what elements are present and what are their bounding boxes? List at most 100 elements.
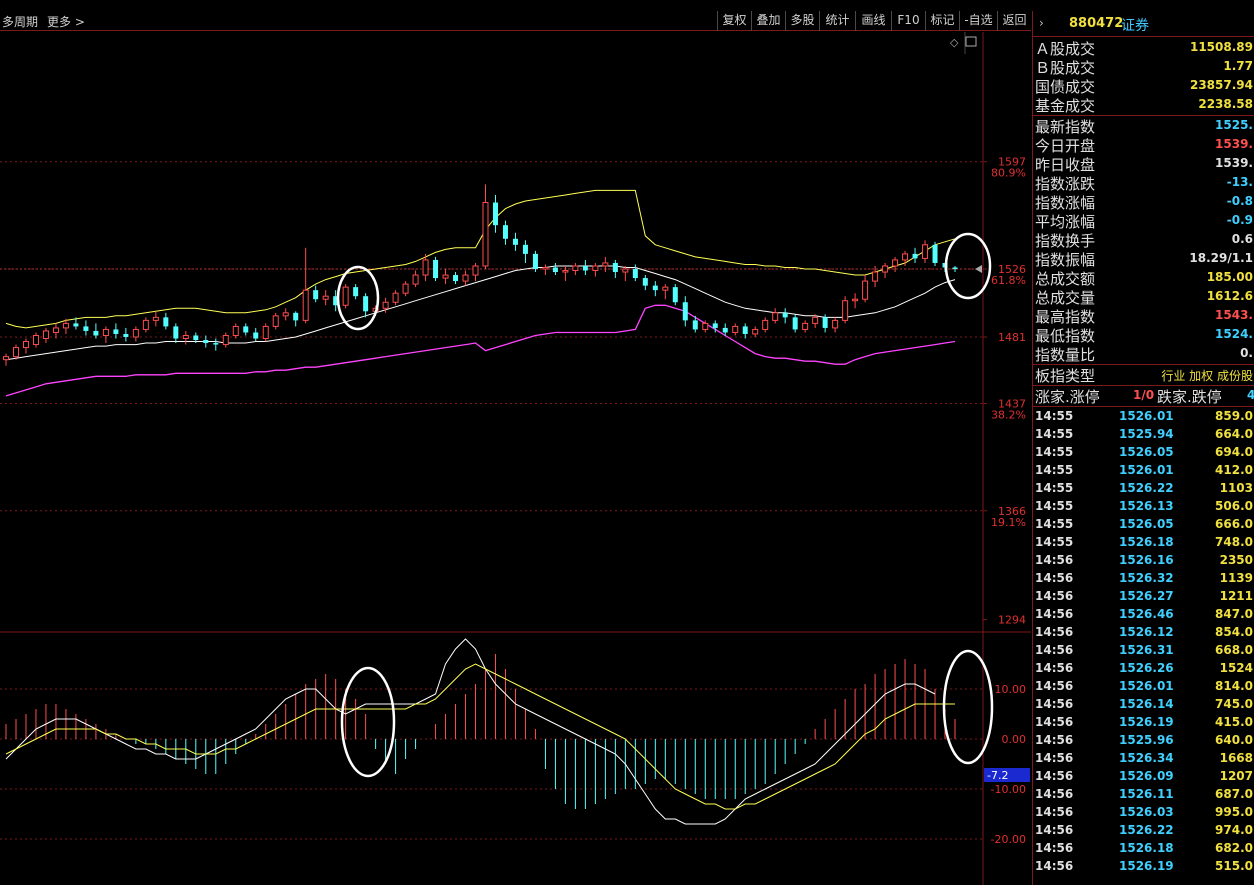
tick-time: 14:56 (1035, 625, 1074, 639)
index-stat-row-value: 185.00 (1206, 270, 1253, 284)
upper-band-line (5, 189, 956, 329)
candle-body-up (182, 334, 189, 340)
tick-time: 14:55 (1035, 463, 1074, 477)
multi-stock-button[interactable]: 多股 (785, 11, 819, 31)
index-stat-row-label: 最高指数 (1035, 308, 1096, 326)
collapse-arrow-icon[interactable]: › (1039, 16, 1044, 30)
index-stat-row: 昨日收盘 1539. (1033, 154, 1254, 174)
tick-time: 14:55 (1035, 427, 1074, 441)
tick-time: 14:56 (1035, 715, 1074, 729)
candle-body-up (802, 322, 809, 330)
index-stat-row-label: 昨日收盘 (1035, 156, 1096, 174)
tick-price: 1526.22 (1119, 823, 1174, 837)
back-button[interactable]: 返回 (997, 11, 1031, 31)
candle-body-down (502, 225, 508, 239)
quote-sidebar: › 880472 证券 Ａ股成交 11508.89 Ｂ股成交 1.77 国债成交 2385… (1032, 11, 1254, 885)
tick-time: 14:56 (1035, 805, 1074, 819)
index-stat-row: 最新指数 1525. (1033, 116, 1254, 136)
tick-price: 1526.26 (1119, 661, 1174, 675)
tick-price: 1526.46 (1119, 607, 1174, 621)
volume-stat-row: Ａ股成交 11508.89 (1033, 38, 1254, 58)
advancers-value: 1/0 (1133, 388, 1155, 402)
volume-stat-row-label: 国债成交 (1035, 78, 1096, 96)
tick-row: 14:55 1526.13 506.0 (1033, 497, 1254, 515)
tick-row: 14:56 1526.31 668.0 (1033, 641, 1254, 659)
tick-price: 1526.05 (1119, 445, 1174, 459)
annotation-circle (942, 649, 994, 765)
candle-body-up (262, 325, 269, 340)
tick-price: 1526.01 (1119, 409, 1174, 423)
candle-body-up (392, 292, 399, 303)
index-stat-row-value: 0. (1240, 346, 1253, 360)
candle-body-down (722, 327, 728, 333)
candle-body-up (542, 266, 549, 270)
price-level-label: 1294 (998, 614, 1026, 627)
macd-level-label: 10.00 (995, 683, 1027, 696)
candle-body-up (422, 259, 429, 276)
tick-volume: 748.0 (1215, 535, 1253, 549)
tick-volume: 694.0 (1215, 445, 1253, 459)
candle-body-down (692, 320, 698, 330)
tick-price: 1526.12 (1119, 625, 1174, 639)
candle-body-up (12, 347, 19, 358)
tick-row: 14:55 1525.94 664.0 (1033, 425, 1254, 443)
macd-level-label: -20.00 (991, 833, 1026, 846)
tick-time: 14:56 (1035, 787, 1074, 801)
tick-volume: 412.0 (1215, 463, 1253, 477)
candle-body-up (702, 322, 709, 330)
candle-body-down (652, 285, 658, 291)
candle-body-down (952, 267, 958, 269)
tick-price: 1526.14 (1119, 697, 1174, 711)
tick-row: 14:56 1526.01 814.0 (1033, 677, 1254, 695)
more-menu[interactable]: 更多 > (47, 13, 85, 30)
index-stat-row-value: 1524. (1215, 327, 1253, 341)
fib-level-label: 80.9% (991, 167, 1026, 180)
index-stat-row-value: 1539. (1215, 156, 1253, 170)
candle-body-up (862, 280, 869, 300)
candle-body-down (932, 244, 938, 263)
candle-body-up (42, 330, 49, 340)
tick-volume: 745.0 (1215, 697, 1253, 711)
macd-level-label: 0.00 (1002, 733, 1027, 746)
candle-body-down (782, 312, 788, 318)
candle-body-up (472, 265, 479, 276)
overlay-button[interactable]: 叠加 (751, 11, 785, 31)
tick-volume: 974.0 (1215, 823, 1253, 837)
index-stat-row-value: 1525. (1215, 118, 1253, 132)
tick-price: 1526.22 (1119, 481, 1174, 495)
volume-stat-row-label: Ａ股成交 (1035, 40, 1096, 58)
tick-volume: 687.0 (1215, 787, 1253, 801)
candle-body-up (3, 356, 9, 361)
draw-line-button[interactable]: 画线 (855, 11, 891, 31)
volume-stat-row-label: 基金成交 (1035, 97, 1096, 115)
candle-body-down (552, 267, 558, 273)
candle-body-down (433, 259, 439, 279)
tick-volume: 506.0 (1215, 499, 1253, 513)
statistics-button[interactable]: 统计 (819, 11, 855, 31)
decliners-label: 跌家.跌停 (1157, 388, 1222, 406)
volume-stat-row: Ｂ股成交 1.77 (1033, 57, 1254, 77)
tick-row: 14:55 1526.18 748.0 (1033, 533, 1254, 551)
volume-stat-row-value: 23857.94 (1189, 78, 1253, 92)
tick-row: 14:56 1526.12 854.0 (1033, 623, 1254, 641)
security-code: 880472 (1069, 16, 1124, 31)
mark-button[interactable]: 标记 (925, 11, 959, 31)
board-type-value: 行业 加权 成份股 (1161, 369, 1253, 383)
volume-stat-row-value: 11508.89 (1189, 40, 1253, 54)
multi-period-tab[interactable]: 多周期 (2, 13, 38, 30)
last-price-marker-icon (975, 265, 982, 273)
macd-dea-line (5, 663, 955, 810)
candle-body-down (173, 326, 179, 339)
tick-price: 1526.18 (1119, 841, 1174, 855)
remove-watchlist-button[interactable]: -自选 (959, 11, 997, 31)
advancers-label: 涨家.涨停 (1035, 388, 1100, 406)
restore-rights-button[interactable]: 复权 (717, 11, 751, 31)
candle-body-down (363, 296, 369, 312)
candle-body-up (602, 262, 609, 267)
tick-volume: 2350 (1219, 553, 1253, 567)
candle-body-down (822, 317, 828, 328)
f10-button[interactable]: F10 (891, 11, 925, 31)
tick-row: 14:56 1526.46 847.0 (1033, 605, 1254, 623)
index-stat-row-value: 0.6 (1231, 232, 1253, 246)
kline-chart[interactable]: 15971526148114371366129480.9%61.8%38.2%1… (0, 32, 1031, 885)
